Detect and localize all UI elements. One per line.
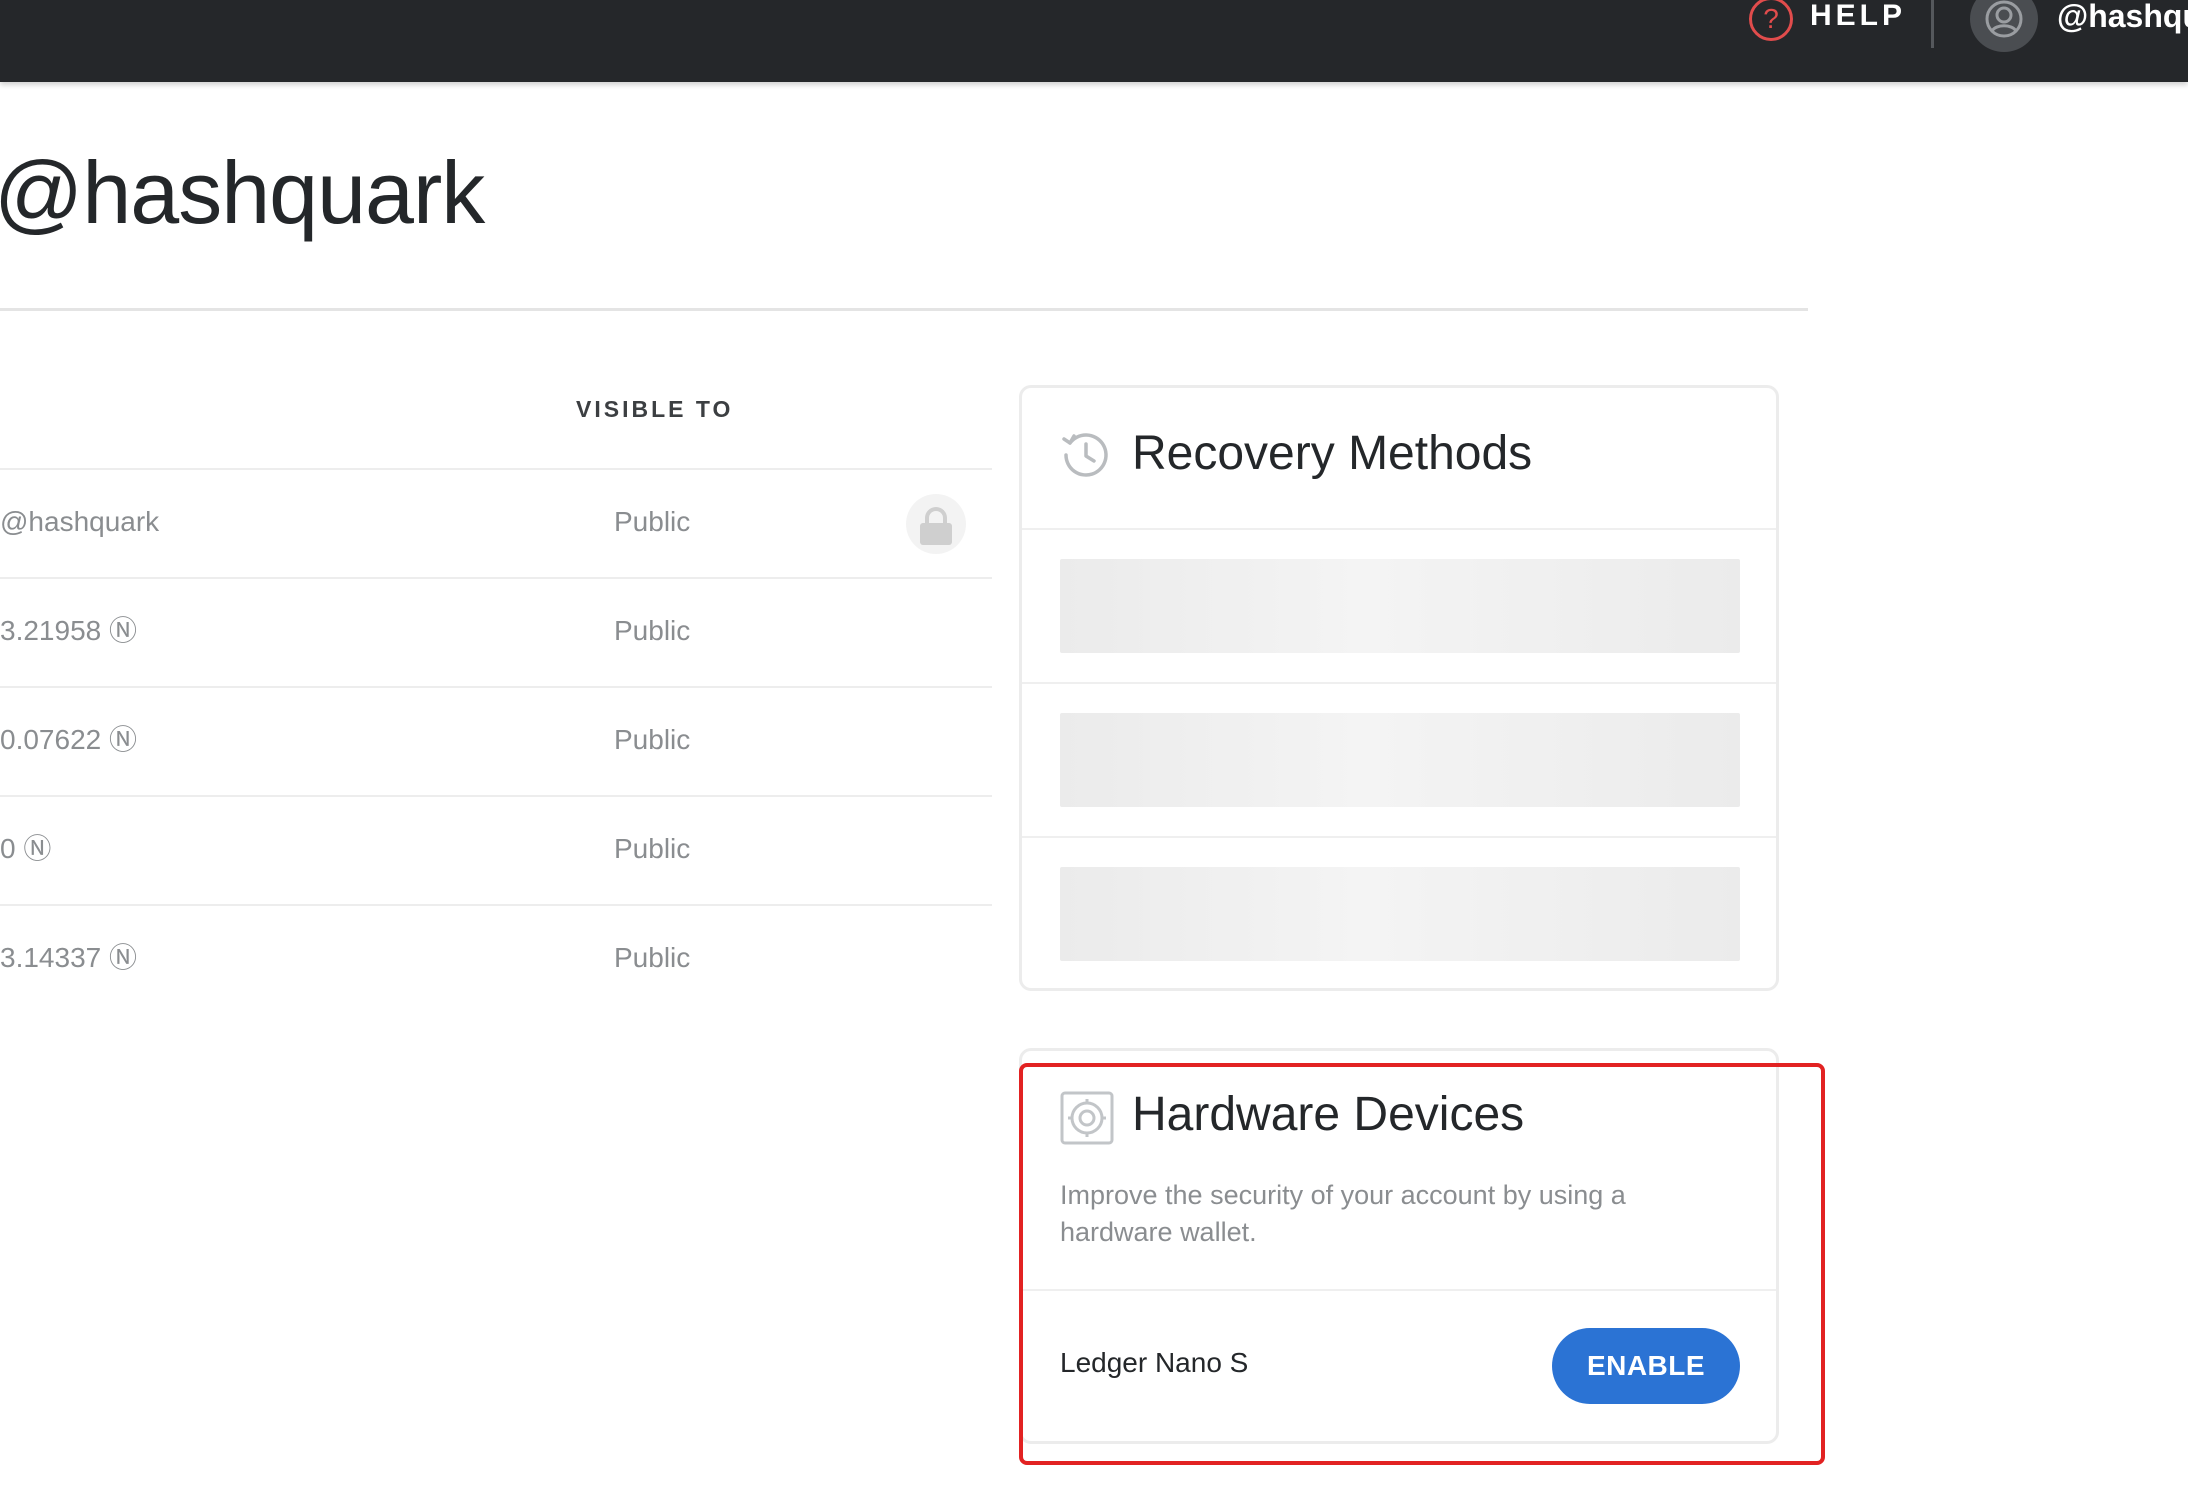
table-divider [0, 577, 992, 579]
top-nav-bar: ? HELP @hashqu [0, 0, 2188, 82]
row-visibility: Public [614, 942, 691, 973]
row-value: 0.07622 Ⓝ [0, 724, 137, 755]
hardware-devices-card: Hardware Devices Improve the security of… [1019, 1048, 1779, 1444]
loading-placeholder [1060, 867, 1740, 961]
title-divider [0, 308, 1808, 311]
card-divider [1022, 528, 1776, 530]
row-visibility: Public [614, 833, 691, 864]
loading-placeholder [1060, 559, 1740, 653]
topbar-divider [1931, 0, 1934, 48]
hardware-devices-description: Improve the security of your account by … [1060, 1180, 1626, 1247]
card-divider [1022, 682, 1776, 684]
row-visibility: Public [614, 724, 691, 755]
user-circle-icon [1985, 0, 2023, 38]
recovery-methods-title: Recovery Methods [1132, 427, 1533, 480]
row-value: @hashquark [0, 506, 160, 537]
loading-placeholder [1060, 713, 1740, 807]
hardware-devices-title: Hardware Devices [1132, 1088, 1525, 1141]
row-value: 0 Ⓝ [0, 833, 52, 864]
table-divider [0, 468, 992, 470]
table-divider [0, 795, 992, 797]
column-header-visible-to: VISIBLE TO [576, 396, 734, 422]
hardware-device-icon [1060, 1091, 1114, 1145]
help-link[interactable]: HELP [1810, 0, 1906, 32]
help-icon[interactable]: ? [1749, 0, 1793, 41]
account-avatar[interactable] [1970, 0, 2038, 52]
table-divider [0, 904, 992, 906]
lock-icon[interactable] [906, 494, 966, 554]
enable-button[interactable]: ENABLE [1552, 1328, 1740, 1404]
card-divider [1022, 1289, 1776, 1291]
device-name-ledger: Ledger Nano S [1060, 1347, 1249, 1378]
card-divider [1022, 836, 1776, 838]
table-divider [0, 686, 992, 688]
row-visibility: Public [614, 615, 691, 646]
account-name[interactable]: @hashqu [2057, 0, 2188, 32]
recovery-methods-card: Recovery Methods [1019, 385, 1779, 991]
page-title: @hashquark [0, 143, 485, 242]
row-value: 3.21958 Ⓝ [0, 615, 137, 646]
history-clock-icon [1062, 433, 1108, 477]
row-visibility: Public [614, 506, 691, 537]
row-value: 3.14337 Ⓝ [0, 942, 137, 973]
